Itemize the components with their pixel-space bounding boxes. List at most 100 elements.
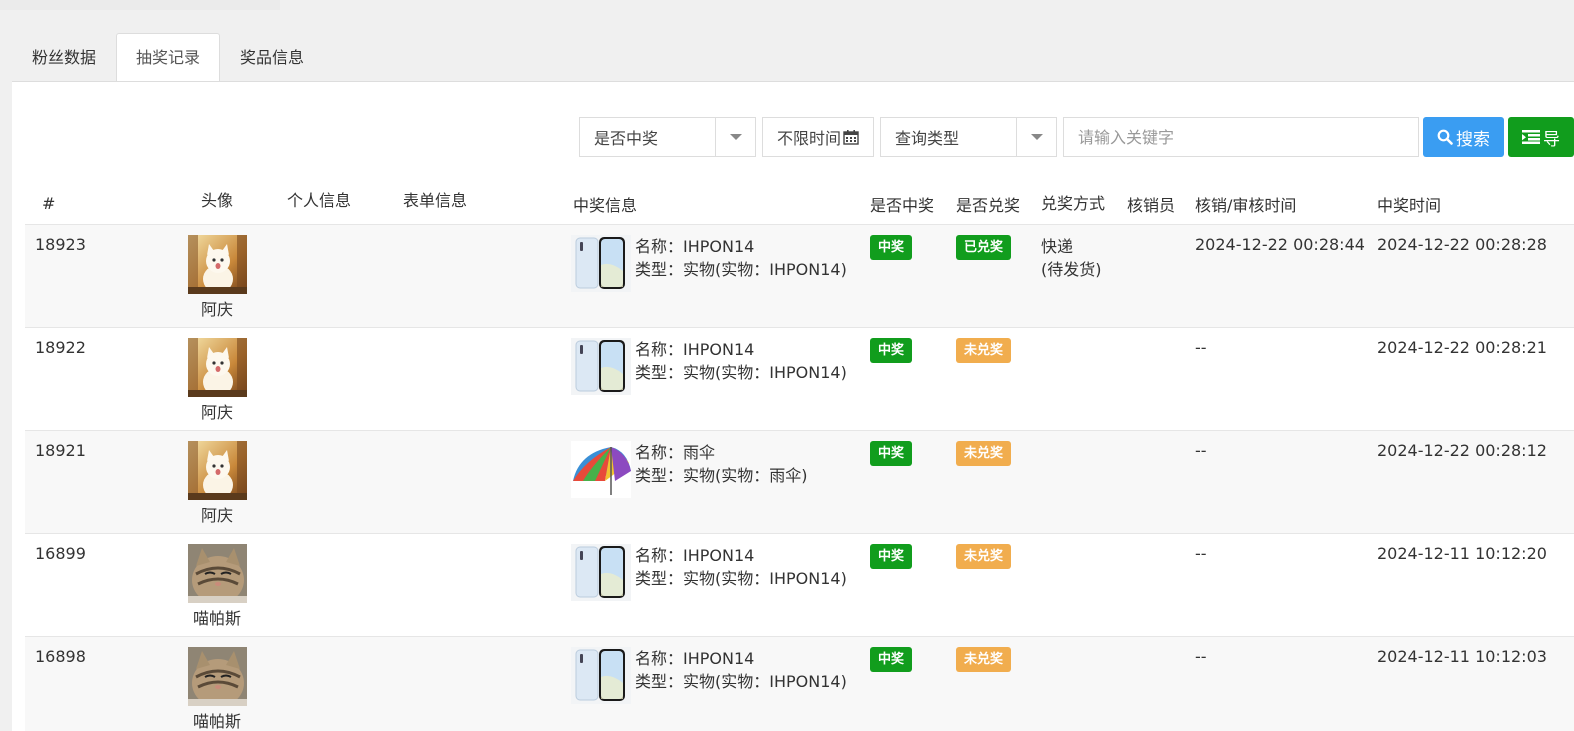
- prize-type: 类型：实物(实物：IHPON14): [635, 671, 847, 691]
- verify-time: --: [1195, 635, 1377, 731]
- redeem-method-cell: [1041, 326, 1127, 430]
- prize-name: 名称：IHPON14: [635, 339, 755, 359]
- prize-image: [571, 337, 631, 395]
- prize-info-cell: 名称：IHPON14 类型：实物(实物：IHPON14): [571, 635, 870, 731]
- prize-image: [571, 440, 631, 498]
- redeem-status-badge: 已兑奖: [956, 234, 1012, 260]
- col-avatar: 头像: [200, 190, 233, 210]
- search-icon: [1437, 129, 1453, 145]
- form-info-cell: [403, 635, 571, 731]
- redeem-method-cell: [1041, 532, 1127, 636]
- redeem-cell: 未兑奖: [956, 635, 1041, 731]
- prize-name: 名称：IHPON14: [635, 648, 755, 668]
- col-form-info: 表单信息: [403, 190, 468, 210]
- query-type-select[interactable]: 查询类型: [880, 117, 1058, 157]
- win-status-select-value: 是否中奖: [594, 129, 659, 148]
- form-info-cell: [403, 326, 571, 430]
- col-is-win: 是否中奖: [870, 195, 935, 215]
- prize-name: 名称：IHPON14: [635, 545, 755, 565]
- form-info-cell: [403, 223, 571, 327]
- avatar: [187, 543, 247, 603]
- avatar: [187, 440, 247, 500]
- form-info-cell: [403, 429, 571, 533]
- record-id: 18921: [25, 429, 157, 533]
- prize-type: 类型：实物(实物：IHPON14): [635, 259, 847, 279]
- prize-image: [571, 646, 631, 704]
- redeem-cell: 已兑奖: [956, 223, 1041, 327]
- tab-bar: 粉丝数据 抽奖记录 奖品信息: [12, 33, 324, 82]
- avatar-cell: 阿庆: [157, 223, 277, 327]
- table-row: 18922 阿庆 名称：IHPON14 类型：实物(实物：IHPON14) 中奖 未兑奖 -…: [25, 326, 1574, 430]
- win-cell: 中奖: [870, 429, 956, 533]
- prize-image: [571, 234, 631, 292]
- verifier-cell: [1127, 429, 1195, 533]
- chevron-down-icon: [715, 118, 755, 156]
- win-cell: 中奖: [870, 532, 956, 636]
- table-row: 18923 阿庆 名称：IHPON14 类型：实物(实物：IHPON14) 中奖 已兑奖 快…: [25, 223, 1574, 327]
- win-cell: 中奖: [870, 326, 956, 430]
- personal-info-cell: [277, 635, 403, 731]
- redeem-method-status: (待发货): [1041, 259, 1102, 279]
- col-verify-time: 核销/审核时间: [1195, 195, 1297, 215]
- nickname: 阿庆: [200, 505, 233, 525]
- redeem-method-cell: [1041, 635, 1127, 731]
- win-badge: 中奖: [870, 234, 913, 260]
- avatar: [187, 646, 247, 706]
- tab-lottery-records[interactable]: 抽奖记录: [116, 33, 221, 82]
- records-table: # 头像 个人信息 表单信息 中奖信息 是否中奖 是否兑奖 兑奖方式 核销员 核…: [25, 174, 1574, 731]
- verify-time: --: [1195, 326, 1377, 430]
- date-range-picker[interactable]: 不限时间: [762, 117, 875, 157]
- verifier-cell: [1127, 532, 1195, 636]
- nickname: 喵帕斯: [192, 608, 241, 628]
- search-button[interactable]: 搜索: [1423, 117, 1505, 157]
- redeem-method-cell: [1041, 429, 1127, 533]
- table-header-row: # 头像 个人信息 表单信息 中奖信息 是否中奖 是否兑奖 兑奖方式 核销员 核…: [25, 174, 1574, 224]
- win-badge: 中奖: [870, 543, 913, 569]
- win-time: 2024-12-11 10:12:20: [1377, 532, 1574, 636]
- form-info-cell: [403, 532, 571, 636]
- avatar-cell: 喵帕斯: [157, 635, 277, 731]
- date-range-value: 不限时间: [777, 129, 842, 148]
- redeem-status-badge: 未兑奖: [956, 543, 1012, 569]
- win-time: 2024-12-22 00:28:12: [1377, 429, 1574, 533]
- col-win-time: 中奖时间: [1377, 195, 1442, 215]
- redeem-cell: 未兑奖: [956, 532, 1041, 636]
- prize-type: 类型：实物(实物：IHPON14): [635, 362, 847, 382]
- tab-fans[interactable]: 粉丝数据: [12, 33, 116, 82]
- win-time: 2024-12-22 00:28:28: [1377, 223, 1574, 327]
- col-personal-info: 个人信息: [287, 190, 352, 210]
- win-status-select[interactable]: 是否中奖: [579, 117, 756, 157]
- tab-prizes[interactable]: 奖品信息: [220, 33, 324, 82]
- personal-info-cell: [277, 223, 403, 327]
- export-button[interactable]: 导: [1508, 117, 1574, 157]
- prize-image: [571, 543, 631, 601]
- verify-time: --: [1195, 532, 1377, 636]
- prize-name: 名称：IHPON14: [635, 236, 755, 256]
- nickname: 阿庆: [200, 299, 233, 319]
- avatar-cell: 阿庆: [157, 429, 277, 533]
- verify-time: --: [1195, 429, 1377, 533]
- prize-type: 类型：实物(实物：IHPON14): [635, 568, 847, 588]
- personal-info-cell: [277, 429, 403, 533]
- win-time: 2024-12-11 10:12:03: [1377, 635, 1574, 731]
- win-badge: 中奖: [870, 337, 913, 363]
- calendar-icon: [843, 130, 859, 145]
- query-type-select-value: 查询类型: [895, 129, 960, 148]
- verify-time: 2024-12-22 00:28:44: [1195, 223, 1377, 327]
- personal-info-cell: [277, 532, 403, 636]
- verifier-cell: [1127, 635, 1195, 731]
- record-id: 16899: [25, 532, 157, 636]
- record-id: 16898: [25, 635, 157, 731]
- redeem-method-cell: 快递 (待发货): [1041, 223, 1127, 327]
- avatar-cell: 阿庆: [157, 326, 277, 430]
- win-cell: 中奖: [870, 223, 956, 327]
- filter-bar: 是否中奖 不限时间 查询类型 搜索: [579, 117, 1574, 157]
- redeem-status-badge: 未兑奖: [956, 337, 1012, 363]
- redeem-status-badge: 未兑奖: [956, 440, 1012, 466]
- win-badge: 中奖: [870, 646, 913, 672]
- export-button-label: 导: [1543, 129, 1561, 150]
- list-icon: [1522, 130, 1541, 144]
- col-id: #: [42, 194, 56, 214]
- keyword-input[interactable]: [1063, 117, 1420, 157]
- table-row: 18921 阿庆 名称：雨伞 类型：实物(实物：雨伞) 中奖 未兑奖 -- 2024-12-2…: [25, 429, 1574, 533]
